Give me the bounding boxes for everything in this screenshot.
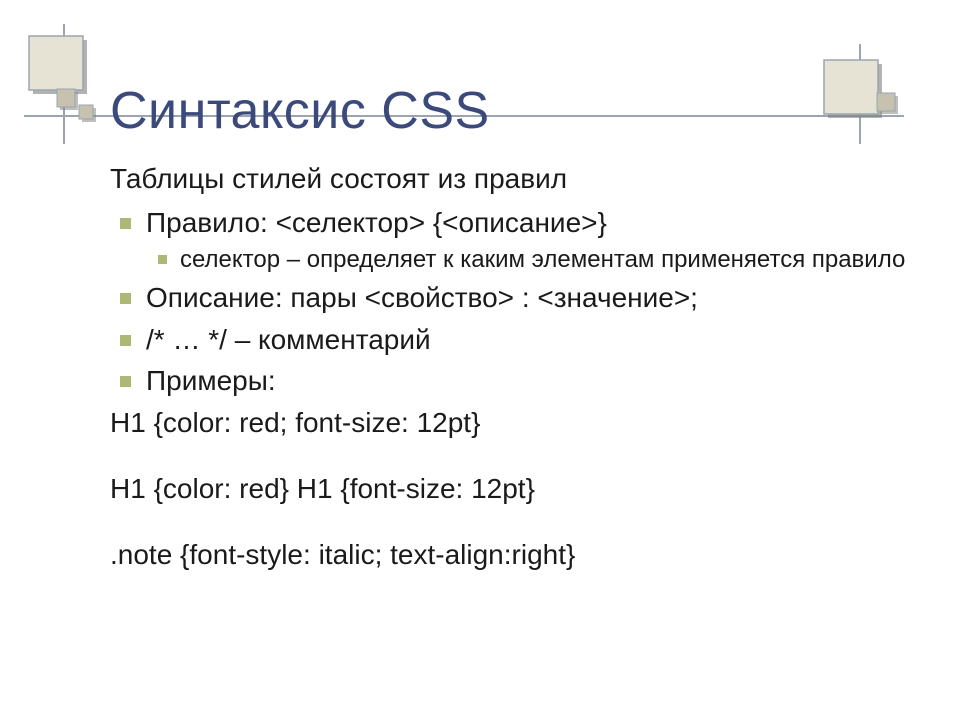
sub-bullet-list: селектор – определяет к каким элементам … xyxy=(146,244,910,275)
example-line: H1 {color: red} H1 {font-size: 12pt} xyxy=(110,470,910,508)
slide: Синтаксис CSS Таблицы стилей состоят из … xyxy=(0,0,960,720)
list-item-text: Правило: <селектор> {<описание>} xyxy=(146,207,607,238)
examples-block: H1 {color: red; font-size: 12pt} H1 {col… xyxy=(110,404,910,573)
bullet-list: Правило: <селектор> {<описание>} селекто… xyxy=(110,204,910,400)
example-line: H1 {color: red; font-size: 12pt} xyxy=(110,404,910,442)
sub-list-item: селектор – определяет к каким элементам … xyxy=(146,244,910,275)
intro-text: Таблицы стилей состоят из правил xyxy=(110,160,910,198)
example-line: .note {font-style: italic; text-align:ri… xyxy=(110,536,910,574)
list-item: /* … */ – комментарий xyxy=(110,321,910,359)
list-item: Описание: пары <свойство> : <значение>; xyxy=(110,279,910,317)
list-item: Примеры: xyxy=(110,362,910,400)
slide-title: Синтаксис CSS xyxy=(110,81,490,141)
list-item: Правило: <селектор> {<описание>} селекто… xyxy=(110,204,910,275)
slide-body: Таблицы стилей состоят из правил Правило… xyxy=(110,160,910,578)
